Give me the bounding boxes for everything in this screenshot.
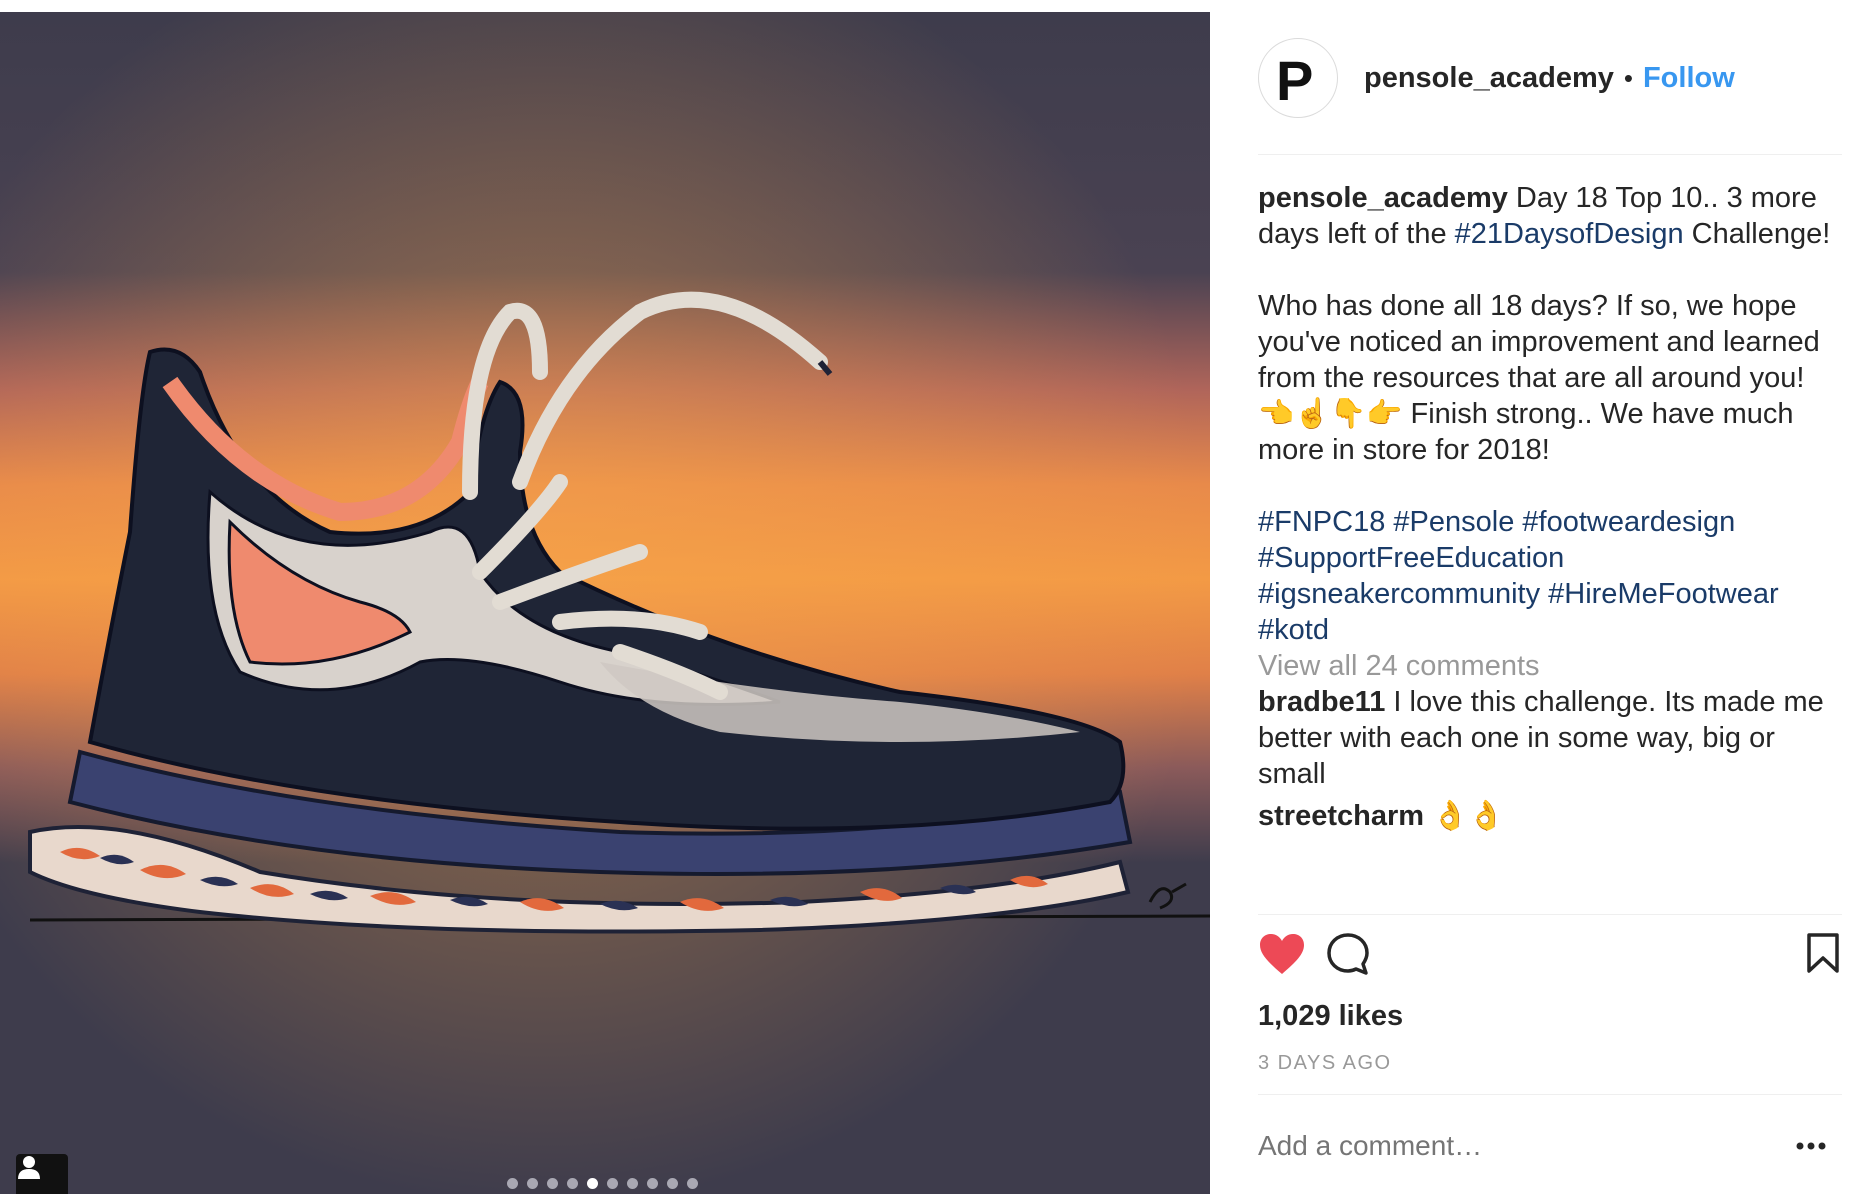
hashtag-link[interactable]: #igsneakercommunity <box>1258 578 1540 610</box>
comment-icon <box>1327 933 1369 975</box>
carousel-dot <box>547 1178 558 1189</box>
hashtag-list: #FNPC18 #Pensole #footweardesign #Suppor… <box>1258 504 1846 648</box>
carousel-dot <box>567 1178 578 1189</box>
sneaker-sketch-illustration <box>0 12 1210 1194</box>
hashtag-link[interactable]: #21DaysofDesign <box>1455 218 1684 250</box>
bookmark-icon <box>1807 933 1839 973</box>
carousel-dot <box>507 1178 518 1189</box>
carousel-dot <box>607 1178 618 1189</box>
carousel-dot <box>527 1178 538 1189</box>
carousel-dot <box>627 1178 638 1189</box>
caption: pensole_academy Day 18 Top 10.. 3 more d… <box>1258 180 1846 252</box>
pensole-logo-icon: P <box>1276 49 1313 108</box>
hashtag-link[interactable]: #FNPC18 <box>1258 506 1385 538</box>
hashtag-link[interactable]: #HireMeFootwear <box>1548 578 1778 610</box>
more-options-button[interactable] <box>1796 1138 1826 1156</box>
save-button[interactable] <box>1806 932 1840 979</box>
caption-username[interactable]: pensole_academy <box>1258 182 1508 214</box>
caption-paragraph: Who has done all 18 days? If so, we hope… <box>1258 290 1820 466</box>
carousel-dot <box>667 1178 678 1189</box>
carousel-dot <box>687 1178 698 1189</box>
hashtag-link[interactable]: #Pensole <box>1393 506 1514 538</box>
hashtag-link[interactable]: #footweardesign <box>1522 506 1735 538</box>
comments-divider <box>1258 914 1842 915</box>
more-icon <box>1796 1142 1826 1150</box>
like-button[interactable] <box>1258 932 1306 981</box>
comments-section: pensole_academy Day 18 Top 10.. 3 more d… <box>1258 180 1846 834</box>
user-tag-button[interactable] <box>16 1154 68 1194</box>
comment-item: streetcharm 👌👌 <box>1258 798 1846 834</box>
post-actions <box>1258 932 1848 992</box>
post-header: P pensole_academy • Follow <box>1258 36 1735 120</box>
heart-icon <box>1260 934 1304 974</box>
carousel-dot <box>587 1178 598 1189</box>
post-username[interactable]: pensole_academy <box>1364 62 1614 95</box>
post-timestamp[interactable]: 3 DAYS AGO <box>1258 1052 1392 1075</box>
view-all-comments-link[interactable]: View all 24 comments <box>1258 648 1846 684</box>
comment-username[interactable]: bradbe11 <box>1258 686 1385 718</box>
comment-text: 👌👌 <box>1432 800 1505 832</box>
svg-text:P: P <box>1276 49 1313 108</box>
caption-text: Challenge! <box>1683 218 1831 250</box>
comment-button[interactable] <box>1326 932 1370 981</box>
follow-button[interactable]: Follow <box>1643 62 1735 95</box>
header-divider <box>1258 154 1842 155</box>
avatar[interactable]: P <box>1258 38 1338 118</box>
hashtag-link[interactable]: #SupportFreeEducation <box>1258 542 1564 574</box>
like-count[interactable]: 1,029 likes <box>1258 1000 1403 1033</box>
hashtag-link[interactable]: #kotd <box>1258 614 1329 646</box>
user-tag-icon <box>18 1156 40 1179</box>
carousel-indicator <box>507 1178 698 1189</box>
comment-username[interactable]: streetcharm <box>1258 800 1424 832</box>
separator-dot: • <box>1623 62 1633 93</box>
post-image[interactable] <box>0 12 1210 1194</box>
post-details-panel: P pensole_academy • Follow pensole_acade… <box>1210 0 1864 1194</box>
carousel-dot <box>647 1178 658 1189</box>
add-comment-input[interactable] <box>1258 1130 1678 1162</box>
actions-divider <box>1258 1094 1842 1095</box>
comment-item: bradbe11 I love this challenge. Its made… <box>1258 684 1846 792</box>
